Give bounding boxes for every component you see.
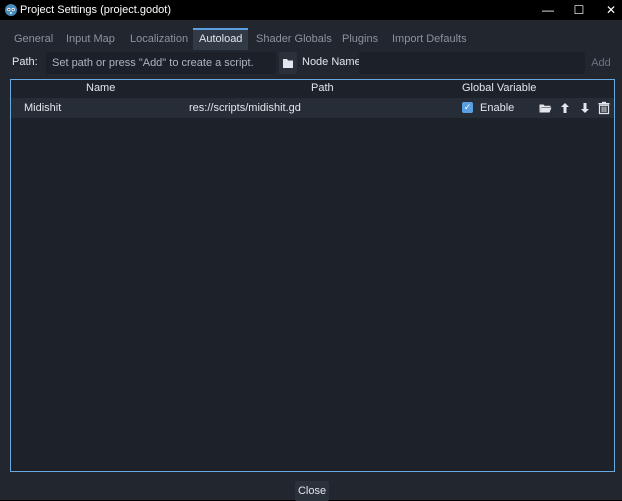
node-name-label: Node Name:	[302, 56, 364, 68]
tab-import-defaults[interactable]: Import Defaults	[386, 28, 473, 50]
minimize-button[interactable]: —	[532, 0, 564, 20]
tab-autoload[interactable]: Autoload	[193, 28, 249, 50]
column-header-name[interactable]: Name	[86, 82, 115, 94]
tab-plugins[interactable]: Plugins	[336, 28, 384, 50]
close-window-button[interactable]: ✕	[595, 0, 622, 20]
trash-icon[interactable]	[597, 101, 611, 115]
table-header: Name Path Global Variable	[11, 80, 614, 98]
tab-shader-globals[interactable]: Shader Globals	[250, 28, 338, 50]
add-button[interactable]: Add	[588, 52, 614, 74]
path-field[interactable]	[46, 52, 276, 74]
tab-general[interactable]: General	[8, 28, 59, 50]
maximize-button[interactable]: ☐	[563, 0, 595, 20]
tab-input-map[interactable]: Input Map	[60, 28, 121, 50]
godot-logo-icon	[5, 4, 17, 16]
autoload-add-bar: Path: Node Name: Add	[8, 52, 614, 74]
enable-label: Enable	[480, 102, 515, 114]
autoload-list: Name Path Global Variable Midishit res:/…	[10, 79, 615, 472]
autoload-path[interactable]: res://scripts/midishit.gd	[189, 102, 301, 114]
path-input[interactable]	[46, 52, 276, 74]
column-header-path[interactable]: Path	[311, 82, 334, 94]
tab-bar: General Input Map Localization Autoload …	[8, 28, 614, 50]
project-settings-panel: General Input Map Localization Autoload …	[0, 20, 622, 501]
window-title: Project Settings (project.godot)	[20, 4, 172, 16]
column-header-global-variable[interactable]: Global Variable	[462, 82, 536, 94]
folder-open-icon[interactable]	[538, 101, 552, 115]
autoload-name[interactable]: Midishit	[24, 102, 61, 114]
table-row[interactable]: Midishit res://scripts/midishit.gd ✓ Ena…	[11, 98, 614, 118]
title-bar: Project Settings (project.godot) — ☐ ✕	[0, 0, 622, 20]
close-button[interactable]: Close	[295, 481, 329, 501]
enable-checkbox[interactable]: ✓	[462, 102, 473, 113]
tab-localization[interactable]: Localization	[124, 28, 194, 50]
path-label: Path:	[12, 56, 38, 68]
browse-path-button[interactable]	[279, 52, 297, 74]
arrow-down-icon[interactable]	[578, 101, 592, 115]
arrow-up-icon[interactable]	[558, 101, 572, 115]
folder-icon	[283, 59, 293, 68]
node-name-input[interactable]	[359, 52, 585, 74]
node-name-field[interactable]	[359, 52, 585, 74]
